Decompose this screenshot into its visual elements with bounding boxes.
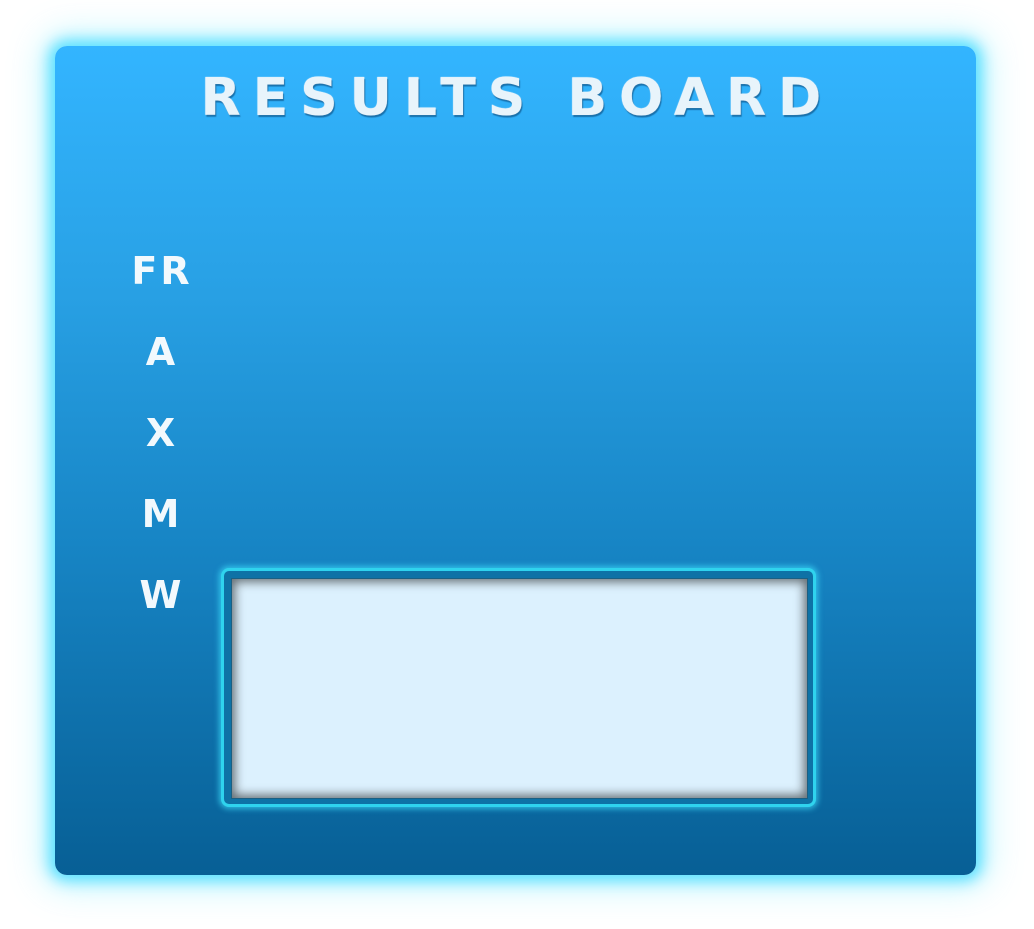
row-label-m: M xyxy=(141,492,183,536)
row-label-w: W xyxy=(139,573,185,617)
board-title: RESULTS BOARD xyxy=(200,68,834,128)
row-label-x: X xyxy=(145,411,179,455)
result-display-frame xyxy=(221,568,816,807)
result-display-box[interactable] xyxy=(231,578,808,799)
row-label-fr: FR xyxy=(131,249,193,293)
row-label-a: A xyxy=(145,330,179,374)
